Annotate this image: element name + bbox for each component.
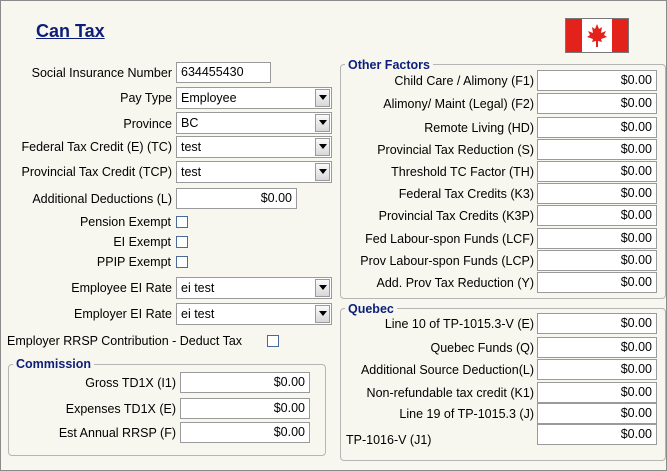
chevron-down-icon[interactable]: [315, 114, 330, 132]
quebec-funds-input[interactable]: $0.00: [537, 337, 657, 358]
child-care-alimony-input[interactable]: $0.00: [537, 70, 657, 91]
pension-exempt-label: Pension Exempt: [79, 215, 171, 229]
ppip-exempt-checkbox[interactable]: [176, 256, 188, 268]
provincial-tax-credits-input[interactable]: $0.00: [537, 205, 657, 226]
tp-1015-line10-input[interactable]: $0.00: [537, 313, 657, 334]
pay-type-label: Pay Type: [120, 91, 172, 105]
canada-flag-icon: [565, 18, 629, 53]
federal-tax-credits-input[interactable]: $0.00: [537, 183, 657, 204]
employer-rrsp-label: Employer RRSP Contribution - Deduct Tax: [7, 334, 243, 348]
employee-ei-rate-select[interactable]: ei test: [176, 277, 332, 299]
employee-ei-rate-value: ei test: [181, 281, 215, 295]
employer-rrsp-checkbox[interactable]: [267, 335, 279, 347]
est-annual-rrsp-label: Est Annual RRSP (F): [58, 426, 176, 440]
provincial-tax-reduction-input[interactable]: $0.00: [537, 139, 657, 160]
province-label: Province: [123, 117, 172, 131]
alimony-maint-input[interactable]: $0.00: [537, 93, 657, 114]
gross-td1x-label: Gross TD1X (I1): [85, 376, 176, 390]
chevron-down-icon[interactable]: [315, 305, 330, 323]
additional-deductions-input[interactable]: $0.00: [176, 188, 297, 209]
quebec-label: Line 10 of TP-1015.3-V (E): [384, 317, 534, 331]
additional-source-deduction-input[interactable]: $0.00: [537, 359, 657, 380]
quebec-label: Non-refundable tax credit (K1): [366, 386, 534, 400]
sin-label: Social Insurance Number: [31, 66, 172, 80]
expenses-td1x-label: Expenses TD1X (E): [65, 402, 176, 416]
chevron-down-icon[interactable]: [315, 138, 330, 156]
federal-tax-credit-select[interactable]: test: [176, 136, 332, 158]
pay-type-value: Employee: [181, 91, 237, 105]
flag-right-band: [612, 19, 628, 52]
employer-ei-rate-value: ei test: [181, 307, 215, 321]
other-factor-label: Federal Tax Credits (K3): [398, 187, 534, 201]
chevron-down-icon[interactable]: [315, 279, 330, 297]
remote-living-input[interactable]: $0.00: [537, 117, 657, 138]
flag-left-band: [566, 19, 582, 52]
employer-ei-rate-label: Employer EI Rate: [74, 307, 172, 321]
commission-title: Commission: [13, 357, 95, 371]
other-factor-label: Add. Prov Tax Reduction (Y): [376, 276, 534, 290]
chevron-down-icon[interactable]: [315, 89, 330, 107]
threshold-tc-factor-input[interactable]: $0.00: [537, 161, 657, 182]
tp-1016-v-input[interactable]: $0.00: [537, 424, 657, 445]
quebec-label: Line 19 of TP-1015.3 (J): [399, 407, 534, 421]
province-value: BC: [181, 116, 199, 130]
other-factor-label: Remote Living (HD): [424, 121, 534, 135]
employee-ei-rate-label: Employee EI Rate: [71, 281, 172, 295]
provincial-tax-credit-label: Provincial Tax Credit (TCP): [21, 165, 172, 179]
pay-type-select[interactable]: Employee: [176, 87, 332, 109]
other-factor-label: Provincial Tax Reduction (S): [377, 143, 534, 157]
additional-deductions-label: Additional Deductions (L): [32, 192, 172, 206]
employer-ei-rate-select[interactable]: ei test: [176, 303, 332, 325]
federal-tax-credit-label: Federal Tax Credit (E) (TC): [21, 140, 173, 154]
ei-exempt-label: EI Exempt: [113, 235, 171, 249]
other-factor-label: Child Care / Alimony (F1): [394, 74, 534, 88]
prov-labour-spon-funds-input[interactable]: $0.00: [537, 250, 657, 271]
fed-labour-spon-funds-input[interactable]: $0.00: [537, 228, 657, 249]
maple-leaf-icon: [587, 24, 607, 47]
page-title: Can Tax: [36, 21, 105, 41]
other-factor-label: Threshold TC Factor (TH): [391, 165, 534, 179]
tp-1015-line19-input[interactable]: $0.00: [537, 403, 657, 424]
expenses-td1x-input[interactable]: $0.00: [180, 398, 310, 419]
ppip-exempt-label: PPIP Exempt: [96, 255, 171, 269]
federal-tax-credit-value: test: [181, 140, 202, 154]
ei-exempt-checkbox[interactable]: [176, 236, 188, 248]
province-select[interactable]: BC: [176, 112, 332, 134]
non-refundable-tax-credit-input[interactable]: $0.00: [537, 382, 657, 403]
provincial-tax-credit-value: test: [181, 165, 202, 179]
provincial-tax-credit-select[interactable]: test: [176, 161, 332, 183]
gross-td1x-input[interactable]: $0.00: [180, 372, 310, 393]
other-factor-label: Fed Labour-spon Funds (LCF): [365, 232, 534, 246]
est-annual-rrsp-input[interactable]: $0.00: [180, 422, 310, 443]
pension-exempt-checkbox[interactable]: [176, 216, 188, 228]
quebec-label: TP-1016-V (J1): [346, 433, 432, 447]
sin-input[interactable]: 634455430: [176, 62, 271, 83]
quebec-label: Additional Source Deduction(L): [360, 363, 534, 377]
add-prov-tax-reduction-input[interactable]: $0.00: [537, 272, 657, 293]
quebec-label: Quebec Funds (Q): [430, 341, 534, 355]
chevron-down-icon[interactable]: [315, 163, 330, 181]
other-factors-title: Other Factors: [345, 58, 433, 72]
other-factor-label: Provincial Tax Credits (K3P): [378, 209, 534, 223]
other-factor-label: Prov Labour-spon Funds (LCP): [360, 254, 534, 268]
other-factor-label: Alimony/ Maint (Legal) (F2): [383, 97, 534, 111]
